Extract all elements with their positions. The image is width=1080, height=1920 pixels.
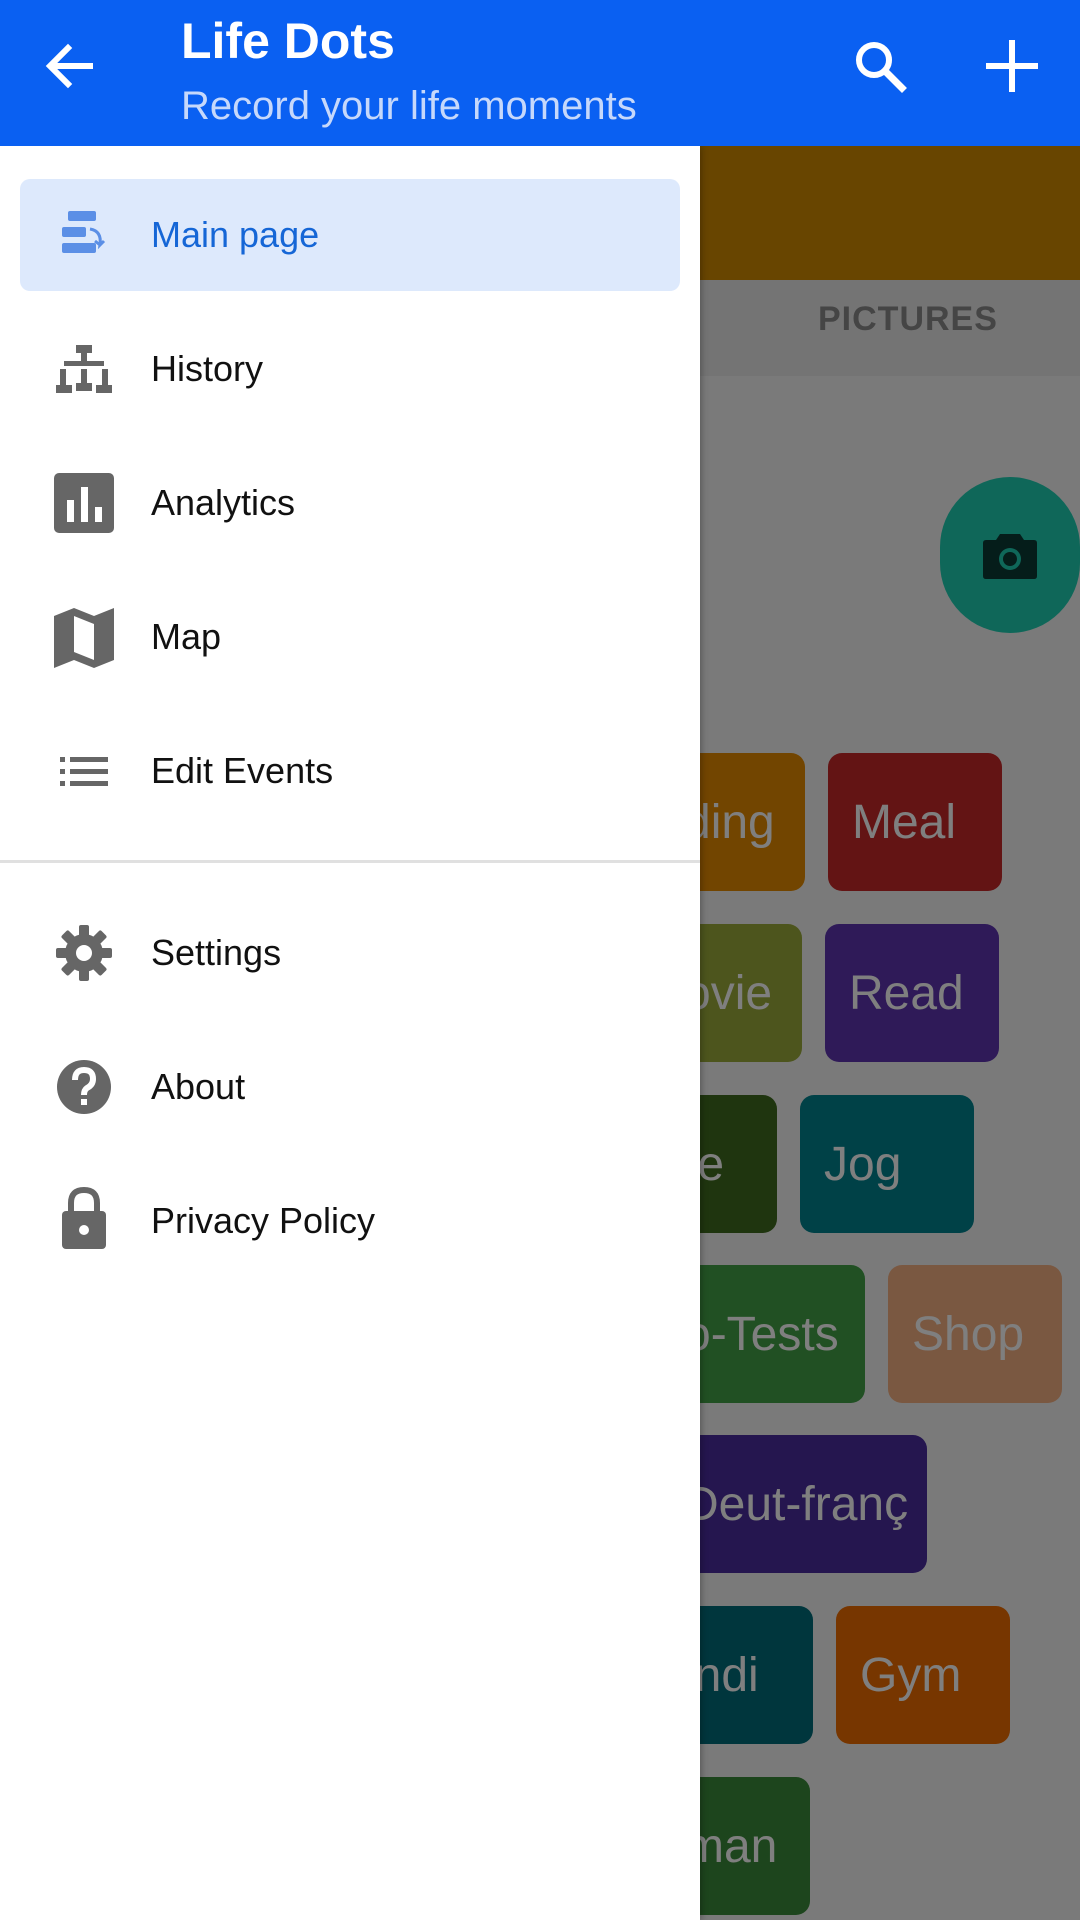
history-icon	[56, 345, 112, 393]
drawer-divider	[0, 860, 700, 863]
nav-item-settings[interactable]: Settings	[20, 897, 680, 1009]
nav-label: Privacy Policy	[151, 1200, 376, 1241]
nav-item-privacy-policy[interactable]: Privacy Policy	[20, 1165, 680, 1277]
nav-item-analytics[interactable]: Analytics	[20, 447, 680, 559]
add-icon[interactable]	[980, 34, 1044, 98]
search-icon[interactable]	[848, 34, 912, 98]
gear-icon	[56, 925, 112, 981]
nav-label: Analytics	[151, 482, 296, 523]
nav-item-about[interactable]: About	[20, 1031, 680, 1143]
map-icon	[54, 608, 114, 668]
app-subtitle: Record your life moments	[181, 84, 637, 128]
lock-icon	[62, 1186, 106, 1249]
nav-label: Map	[151, 616, 222, 657]
list-icon	[60, 757, 108, 786]
nav-item-map[interactable]: Map	[20, 581, 680, 693]
nav-label: Edit Events	[151, 750, 334, 791]
nav-item-edit-events[interactable]: Edit Events	[20, 715, 680, 827]
nav-label: Main page	[151, 214, 320, 255]
arrow-back-icon[interactable]	[38, 34, 102, 98]
analytics-icon	[54, 473, 114, 533]
nav-label: About	[151, 1066, 246, 1107]
navigation-drawer: Main page History Analytics Map Edit Eve…	[0, 146, 700, 1920]
nav-label: History	[151, 348, 264, 389]
nav-label: Settings	[151, 932, 282, 973]
app-bar: Life Dots Record your life moments	[0, 0, 1080, 146]
main-page-icon	[62, 211, 106, 253]
nav-item-history[interactable]: History	[20, 313, 680, 425]
help-icon	[57, 1060, 111, 1114]
app-title: Life Dots	[181, 13, 395, 69]
nav-item-main-page[interactable]: Main page	[20, 179, 680, 291]
